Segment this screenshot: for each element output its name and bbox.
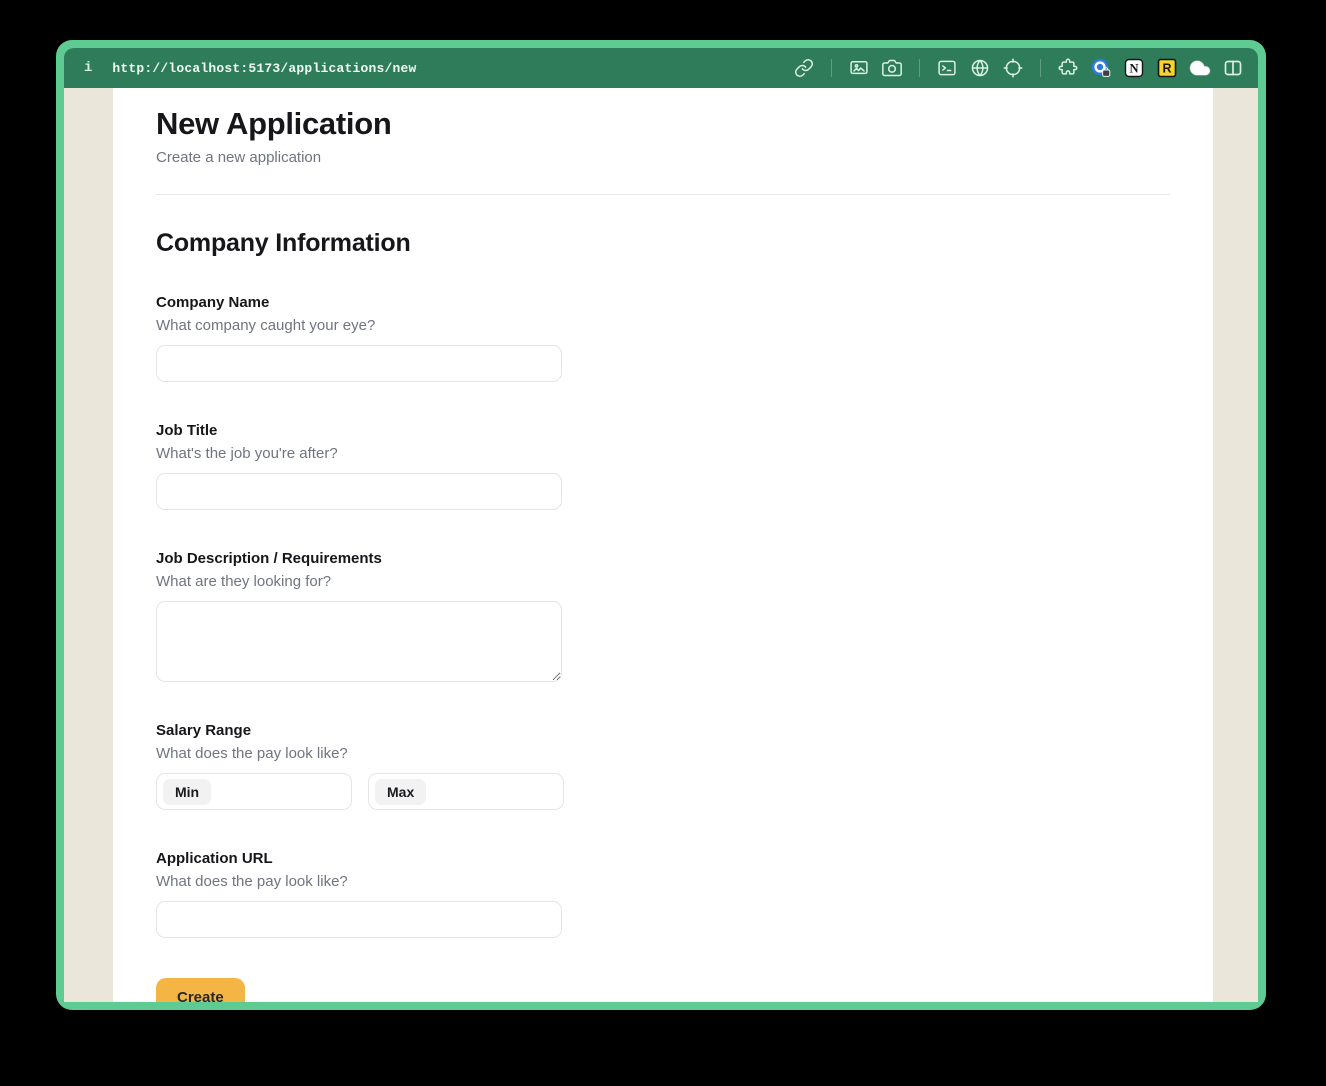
- application-url-input[interactable]: [156, 901, 562, 938]
- notion-icon[interactable]: N: [1123, 57, 1145, 79]
- main-content: New Application Create a new application…: [113, 88, 1213, 1002]
- link-icon[interactable]: [793, 57, 815, 79]
- browser-titlebar: i http://localhost:5173/applications/new: [64, 48, 1258, 88]
- job-description-label: Job Description / Requirements: [156, 550, 382, 567]
- page-title: New Application: [156, 106, 392, 141]
- salary-min-input[interactable]: [211, 774, 351, 809]
- section-title: Company Information: [156, 229, 411, 257]
- salary-max-box: Max: [368, 773, 564, 810]
- job-title-input[interactable]: [156, 473, 562, 510]
- terminal-icon[interactable]: [936, 57, 958, 79]
- field-group-job-title: Job Title What's the job you're after?: [156, 422, 1170, 510]
- page-subtitle: Create a new application: [156, 149, 322, 166]
- company-name-label: Company Name: [156, 294, 270, 311]
- salary-range-hint: What does the pay look like?: [156, 745, 348, 762]
- salary-range-row: Min Max: [156, 773, 1170, 810]
- job-title-hint: What's the job you're after?: [156, 445, 338, 462]
- cloud-icon[interactable]: [1189, 57, 1211, 79]
- info-icon: i: [84, 60, 93, 76]
- address-bar[interactable]: http://localhost:5173/applications/new: [112, 61, 416, 76]
- salary-max-chip: Max: [375, 778, 427, 805]
- job-description-hint: What are they looking for?: [156, 573, 332, 590]
- screen-capture-icon[interactable]: [848, 57, 870, 79]
- r-extension-icon[interactable]: R: [1156, 57, 1178, 79]
- browser-window: i http://localhost:5173/applications/new: [56, 40, 1266, 1010]
- application-url-hint: What does the pay look like?: [156, 873, 348, 890]
- job-title-label: Job Title: [156, 422, 218, 439]
- onepassword-icon[interactable]: [1090, 57, 1112, 79]
- field-group-company-name: Company Name What company caught your ey…: [156, 294, 1170, 382]
- page-background: New Application Create a new application…: [64, 88, 1258, 1002]
- toolbar-separator: [831, 59, 832, 77]
- svg-text:N: N: [1129, 62, 1138, 76]
- toolbar-separator: [1040, 59, 1041, 77]
- svg-text:R: R: [1162, 62, 1171, 76]
- salary-min-box: Min: [156, 773, 352, 810]
- browser-toolbar: N R: [793, 57, 1244, 79]
- camera-icon[interactable]: [881, 57, 903, 79]
- job-description-textarea[interactable]: [156, 601, 562, 682]
- company-name-input[interactable]: [156, 345, 562, 382]
- field-group-application-url: Application URL What does the pay look l…: [156, 850, 1170, 938]
- salary-max-input[interactable]: [426, 774, 563, 809]
- company-name-hint: What company caught your eye?: [156, 317, 376, 334]
- header-divider: [156, 194, 1170, 195]
- field-group-salary-range: Salary Range What does the pay look like…: [156, 722, 1170, 810]
- globe-icon[interactable]: [969, 57, 991, 79]
- toolbar-separator: [919, 59, 920, 77]
- application-url-label: Application URL: [156, 850, 273, 867]
- crosshair-icon[interactable]: [1002, 57, 1024, 79]
- field-group-job-description: Job Description / Requirements What are …: [156, 550, 1170, 682]
- split-view-icon[interactable]: [1222, 57, 1244, 79]
- puzzle-extension-icon[interactable]: [1057, 57, 1079, 79]
- create-button[interactable]: Create: [156, 978, 245, 1002]
- salary-range-label: Salary Range: [156, 722, 252, 739]
- salary-min-chip: Min: [163, 778, 212, 805]
